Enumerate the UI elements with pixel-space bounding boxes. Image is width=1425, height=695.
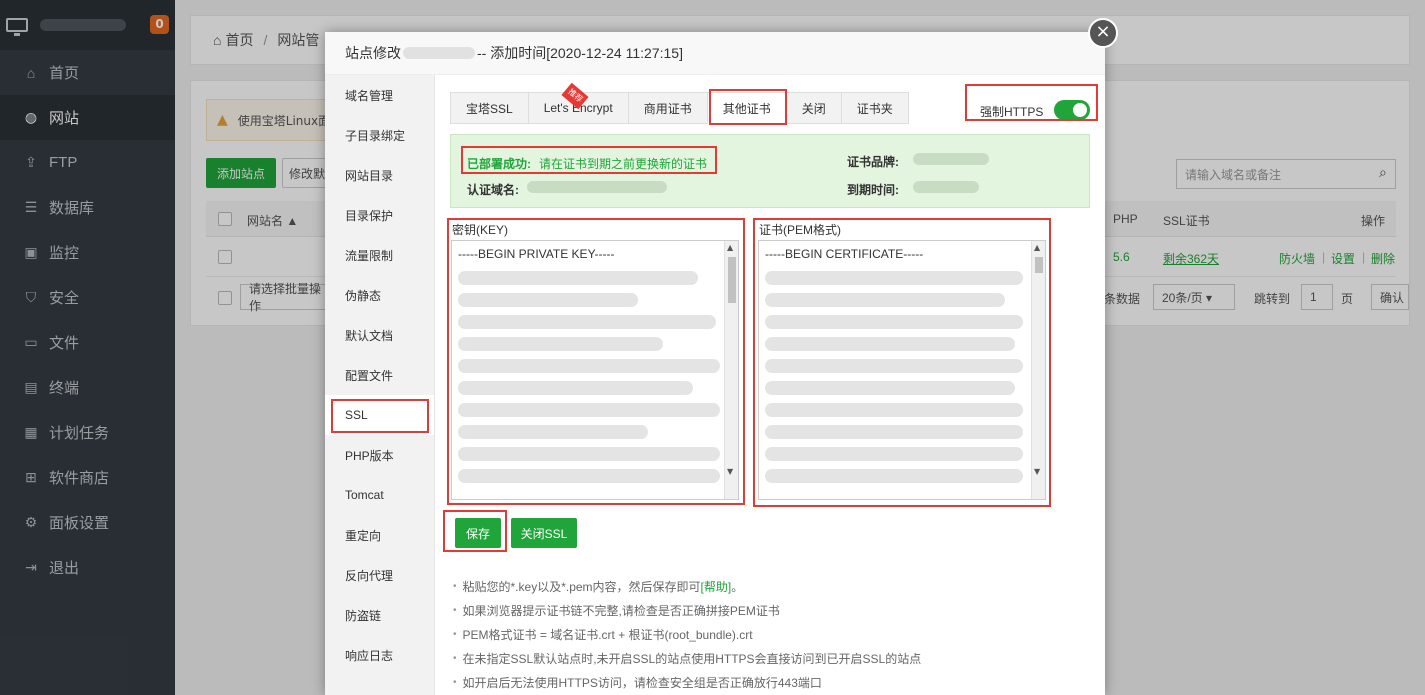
modal-side-item-8[interactable]: SSL (325, 395, 434, 435)
modal-side-item-3[interactable]: 目录保护 (325, 195, 434, 235)
key-first-line: -----BEGIN PRIVATE KEY----- (458, 247, 615, 261)
modal-side-item-5[interactable]: 伪静态 (325, 275, 434, 315)
modal-side-item-0[interactable]: 域名管理 (325, 75, 434, 115)
brand-label: 证书品牌: (847, 155, 899, 169)
ssl-tab-2[interactable]: 商用证书 (627, 92, 707, 124)
key-scrollbar[interactable]: ▲ ▼ (724, 241, 738, 499)
modal-side-item-9[interactable]: PHP版本 (325, 435, 434, 475)
cert-textarea[interactable]: -----BEGIN CERTIFICATE----- ▲ ▼ (758, 240, 1046, 500)
close-icon[interactable]: × (1088, 18, 1118, 48)
domain-label: 认证域名: (467, 183, 519, 197)
expire-label: 到期时间: (847, 183, 899, 197)
modal-side-item-7[interactable]: 配置文件 (325, 355, 434, 395)
site-name-blurred (403, 47, 475, 59)
close-ssl-button[interactable]: 关闭SSL (511, 518, 577, 548)
tip-text: 粘贴您的*.key以及*.pem内容，然后保存即可 (462, 579, 701, 594)
cert-status-box: 已部署成功: 请在证书到期之前更换新的证书 认证域名: 证书品牌: 到期时间: (450, 134, 1090, 208)
tip-text: 如开启后无法使用HTTPS访问，请检查安全组是否正确放行443端口 (462, 675, 822, 690)
domain-value-blurred (527, 181, 667, 193)
ssl-tab-0[interactable]: 宝塔SSL (450, 92, 528, 124)
modal-side-item-11[interactable]: 重定向 (325, 515, 434, 555)
tip-end: 。 (731, 579, 744, 594)
modal-side-item-10[interactable]: Tomcat (325, 475, 434, 515)
cert-first-line: -----BEGIN CERTIFICATE----- (765, 247, 924, 261)
modal-side-item-12[interactable]: 反向代理 (325, 555, 434, 595)
force-https-label: 强制HTTPS (980, 105, 1044, 119)
ssl-tabs: 宝塔SSL Let's Encrypt 商用证书 其他证书 关闭 证书夹 (450, 92, 909, 124)
modal-side-item-4[interactable]: 流量限制 (325, 235, 434, 275)
brand-value-blurred (913, 153, 989, 165)
key-textarea[interactable]: -----BEGIN PRIVATE KEY----- ▲ ▼ (451, 240, 739, 500)
ssl-tab-3[interactable]: 其他证书 (706, 92, 786, 124)
tip-item: 如开启后无法使用HTTPS访问，请检查安全组是否正确放行443端口 (453, 670, 921, 694)
expire-value-blurred (913, 181, 979, 193)
tip-text: 如果浏览器提示证书链不完整,请检查是否正确拼接PEM证书 (462, 603, 780, 618)
tip-item: 粘贴您的*.key以及*.pem内容，然后保存即可[帮助]。 (453, 574, 921, 598)
force-https-toggle[interactable] (1054, 100, 1090, 120)
tip-text: PEM格式证书 = 域名证书.crt + 根证书(root_bundle).cr… (462, 627, 753, 642)
tip-item: 如果浏览器提示证书链不完整,请检查是否正确拼接PEM证书 (453, 598, 921, 622)
site-edit-modal: 站点修改 -- 添加时间[2020-12-24 11:27:15] × 域名管理… (325, 18, 1118, 695)
modal-side-menu: 域名管理 子目录绑定 网站目录 目录保护 流量限制 伪静态 默认文档 配置文件 SSL PHP版本… (325, 75, 435, 695)
modal-side-item-1[interactable]: 子目录绑定 (325, 115, 434, 155)
ssl-tips: 粘贴您的*.key以及*.pem内容，然后保存即可[帮助]。如果浏览器提示证书链… (453, 574, 922, 694)
tip-item: 在未指定SSL默认站点时,未开启SSL的站点使用HTTPS会直接访问到已开启SS… (453, 646, 922, 670)
ssl-tab-4[interactable]: 关闭 (785, 92, 841, 124)
modal-side-item-14[interactable]: 响应日志 (325, 635, 434, 675)
cert-scrollbar[interactable]: ▲ ▼ (1031, 241, 1045, 499)
tip-item: PEM格式证书 = 域名证书.crt + 根证书(root_bundle).cr… (453, 622, 921, 646)
status-text: 请在证书到期之前更换新的证书 (539, 157, 708, 171)
tip-text: 在未指定SSL默认站点时,未开启SSL的站点使用HTTPS会直接访问到已开启SS… (462, 651, 922, 666)
status-label: 已部署成功: (467, 157, 531, 171)
modal-title-suffix: -- 添加时间[2020-12-24 11:27:15] (477, 45, 683, 61)
modal-side-item-2[interactable]: 网站目录 (325, 155, 434, 195)
ssl-tab-5[interactable]: 证书夹 (840, 92, 909, 124)
save-button[interactable]: 保存 (455, 518, 501, 548)
modal-title: 站点修改 -- 添加时间[2020-12-24 11:27:15] (325, 32, 1105, 75)
modal-side-item-13[interactable]: 防盗链 (325, 595, 434, 635)
cert-label: 证书(PEM格式) (759, 223, 841, 237)
modal-side-item-6[interactable]: 默认文档 (325, 315, 434, 355)
help-link[interactable]: [帮助] (701, 578, 732, 595)
modal-title-prefix: 站点修改 (345, 45, 401, 61)
key-label: 密钥(KEY) (452, 223, 509, 237)
